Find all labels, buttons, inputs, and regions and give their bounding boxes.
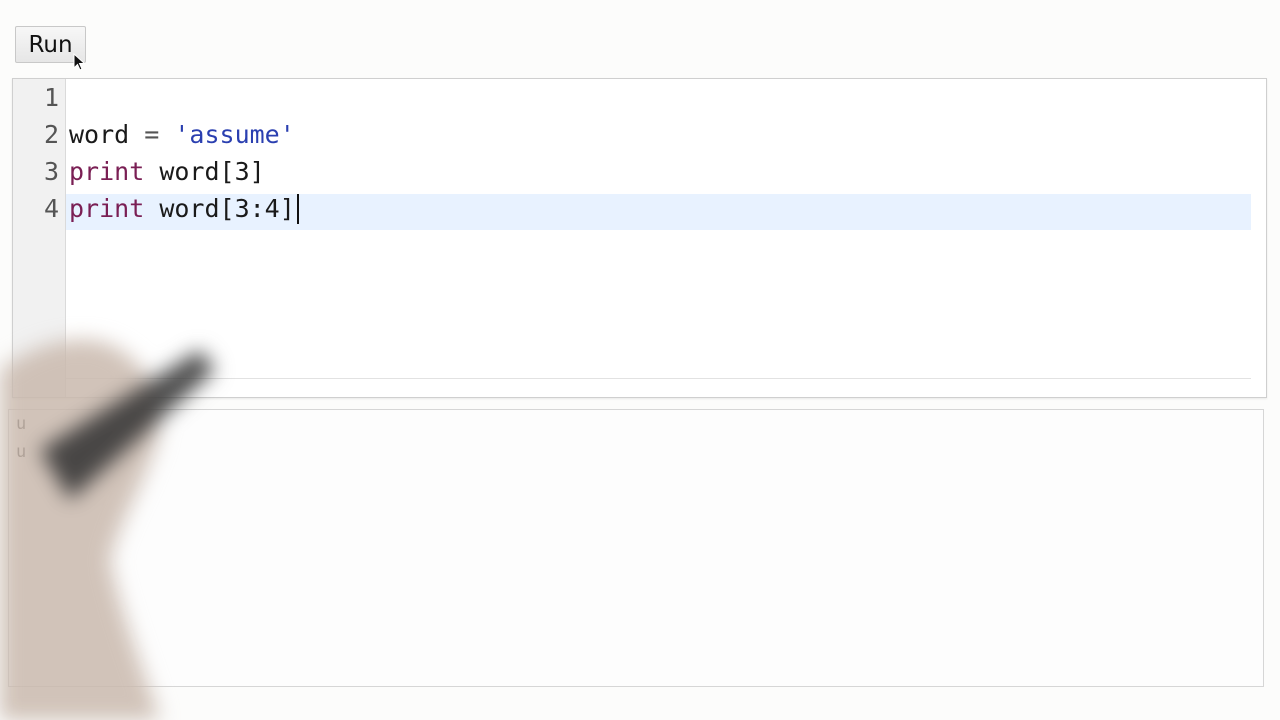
line-number: 4 — [43, 194, 59, 223]
output-line: u — [16, 414, 27, 434]
code-line[interactable]: 3 print word[3] — [13, 153, 1243, 190]
code-text: print word[3:4] — [69, 190, 295, 227]
code-token: = — [129, 120, 175, 149]
code-text: word = 'assume' — [69, 116, 295, 153]
horizontal-scrollbar[interactable] — [66, 378, 1251, 385]
code-token: word[3:4] — [144, 194, 295, 223]
code-line[interactable]: 4 print word[3:4] — [13, 190, 1243, 227]
line-number: 3 — [43, 157, 59, 186]
code-token: print — [69, 157, 145, 186]
code-editor[interactable]: 1 2 word = 'assume' 3 print word[3] 4 print wo… — [12, 78, 1267, 398]
output-panel: uu — [8, 409, 1264, 687]
code-token: 'assume' — [174, 120, 295, 149]
code-text: print word[3] — [69, 153, 265, 190]
mouse-pointer-icon — [73, 53, 86, 71]
code-line[interactable]: 1 — [13, 79, 1243, 116]
code-line[interactable]: 2 word = 'assume' — [13, 116, 1243, 153]
line-number: 1 — [43, 83, 59, 112]
code-token: word — [69, 120, 130, 149]
code-token: print — [69, 194, 145, 223]
output-line: u — [16, 442, 27, 462]
code-token: word[3] — [144, 157, 265, 186]
text-caret — [297, 194, 299, 224]
line-number: 2 — [43, 120, 59, 149]
